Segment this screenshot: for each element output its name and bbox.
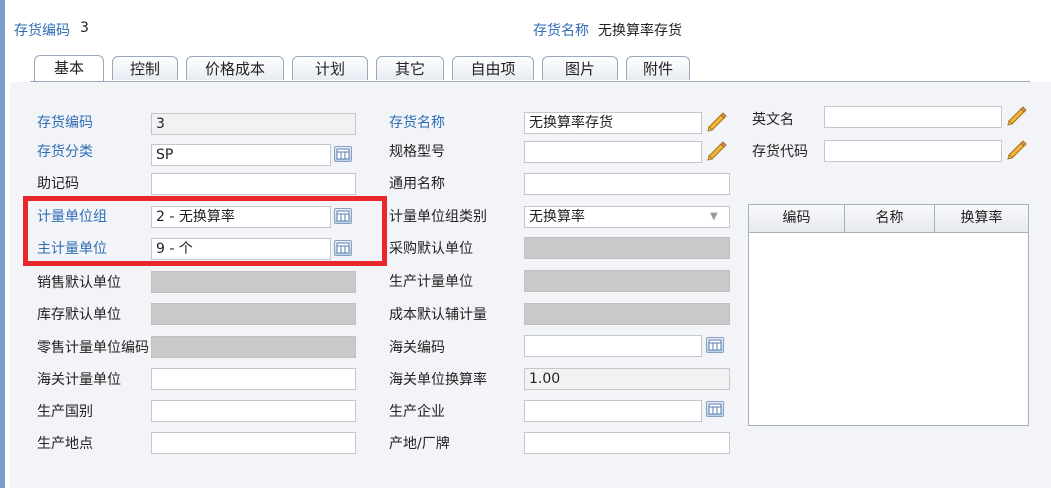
label-customs-conversion-rate: 海关单位换算率 bbox=[389, 372, 487, 388]
highlight-box bbox=[23, 196, 387, 266]
label-english-name: 英文名 bbox=[752, 112, 794, 128]
window-left-border bbox=[0, 0, 5, 488]
customs-code-field[interactable] bbox=[524, 335, 702, 357]
label-retail-unit-code: 零售计量单位编码 bbox=[37, 340, 149, 356]
inventory-category-field[interactable]: SP bbox=[151, 144, 331, 166]
label-cost-default-aux-unit: 成本默认辅计量 bbox=[389, 307, 487, 323]
category-reference-icon[interactable] bbox=[334, 146, 352, 162]
customs-code-reference-icon[interactable] bbox=[706, 337, 724, 353]
cost-default-aux-unit-field bbox=[524, 303, 730, 325]
stock-default-unit-field bbox=[151, 303, 356, 325]
tab-price-cost[interactable]: 价格成本 bbox=[186, 56, 284, 80]
edit-pencil-icon[interactable] bbox=[1005, 104, 1027, 126]
header-name-value: 无换算率存货 bbox=[598, 23, 682, 39]
tab-basic[interactable]: 基本 bbox=[34, 55, 104, 82]
tab-other[interactable]: 其它 bbox=[376, 56, 444, 80]
production-site-field[interactable] bbox=[151, 432, 356, 454]
tab-plan[interactable]: 计划 bbox=[292, 56, 368, 80]
dropdown-arrow-icon[interactable]: ▼ bbox=[710, 211, 718, 222]
label-customs-code: 海关编码 bbox=[389, 340, 445, 356]
inventory-name-field[interactable]: 无换算率存货 bbox=[524, 112, 702, 134]
production-unit-field bbox=[524, 270, 730, 292]
grid-col-code[interactable]: 编码 bbox=[749, 205, 845, 232]
header-code-label: 存货编码 bbox=[14, 23, 70, 39]
sales-default-unit-field bbox=[151, 271, 356, 293]
label-country-of-production: 生产国别 bbox=[37, 404, 93, 420]
tab-control[interactable]: 控制 bbox=[112, 56, 178, 80]
label-generic-name: 通用名称 bbox=[389, 176, 445, 192]
label-stock-default-unit: 库存默认单位 bbox=[37, 307, 121, 323]
tab-attachments[interactable]: 附件 bbox=[626, 56, 690, 80]
label-inventory-code: 存货编码 bbox=[37, 115, 93, 131]
grid-header: 编码 名称 换算率 bbox=[749, 205, 1028, 233]
label-inventory-alias-code: 存货代码 bbox=[752, 144, 808, 160]
header-name-label: 存货名称 bbox=[533, 23, 589, 39]
label-inventory-name: 存货名称 bbox=[389, 115, 445, 131]
purchase-default-unit-field bbox=[524, 237, 730, 259]
label-sales-default-unit: 销售默认单位 bbox=[37, 275, 121, 291]
label-manufacturer: 生产企业 bbox=[389, 404, 445, 420]
label-inventory-category: 存货分类 bbox=[37, 144, 93, 160]
origin-brand-field[interactable] bbox=[524, 432, 730, 454]
edit-pencil-icon[interactable] bbox=[705, 110, 727, 132]
spec-model-field[interactable] bbox=[524, 141, 702, 163]
manufacturer-reference-icon[interactable] bbox=[706, 401, 724, 417]
edit-pencil-icon[interactable] bbox=[1005, 138, 1027, 160]
label-mnemonic-code: 助记码 bbox=[37, 176, 79, 192]
english-name-field[interactable] bbox=[824, 106, 1002, 128]
customs-unit-field[interactable] bbox=[151, 368, 356, 390]
label-origin-brand: 产地/厂牌 bbox=[389, 436, 450, 452]
label-production-site: 生产地点 bbox=[37, 436, 93, 452]
tab-images[interactable]: 图片 bbox=[542, 56, 618, 80]
label-customs-unit: 海关计量单位 bbox=[37, 372, 121, 388]
grid-col-name[interactable]: 名称 bbox=[845, 205, 935, 232]
label-spec-model: 规格型号 bbox=[389, 144, 445, 160]
unit-conversion-grid[interactable]: 编码 名称 换算率 bbox=[748, 204, 1029, 426]
inventory-code-field[interactable]: 3 bbox=[151, 113, 356, 135]
tab-free-items[interactable]: 自由项 bbox=[452, 56, 534, 80]
label-purchase-default-unit: 采购默认单位 bbox=[389, 241, 473, 257]
unit-group-type-select[interactable]: 无换算率 bbox=[524, 206, 730, 228]
retail-unit-code-field bbox=[151, 336, 356, 358]
manufacturer-field[interactable] bbox=[524, 400, 702, 422]
mnemonic-code-field[interactable] bbox=[151, 173, 356, 195]
header-code-value: 3 bbox=[80, 20, 89, 36]
label-unit-group-type: 计量单位组类别 bbox=[389, 209, 487, 225]
grid-col-conversion-rate[interactable]: 换算率 bbox=[935, 205, 1028, 232]
customs-conversion-rate-field[interactable]: 1.00 bbox=[524, 368, 730, 390]
edit-pencil-icon[interactable] bbox=[705, 139, 727, 161]
inventory-alias-code-field[interactable] bbox=[824, 140, 1002, 162]
label-production-unit: 生产计量单位 bbox=[389, 274, 473, 290]
country-of-production-field[interactable] bbox=[151, 400, 356, 422]
generic-name-field[interactable] bbox=[524, 173, 730, 195]
